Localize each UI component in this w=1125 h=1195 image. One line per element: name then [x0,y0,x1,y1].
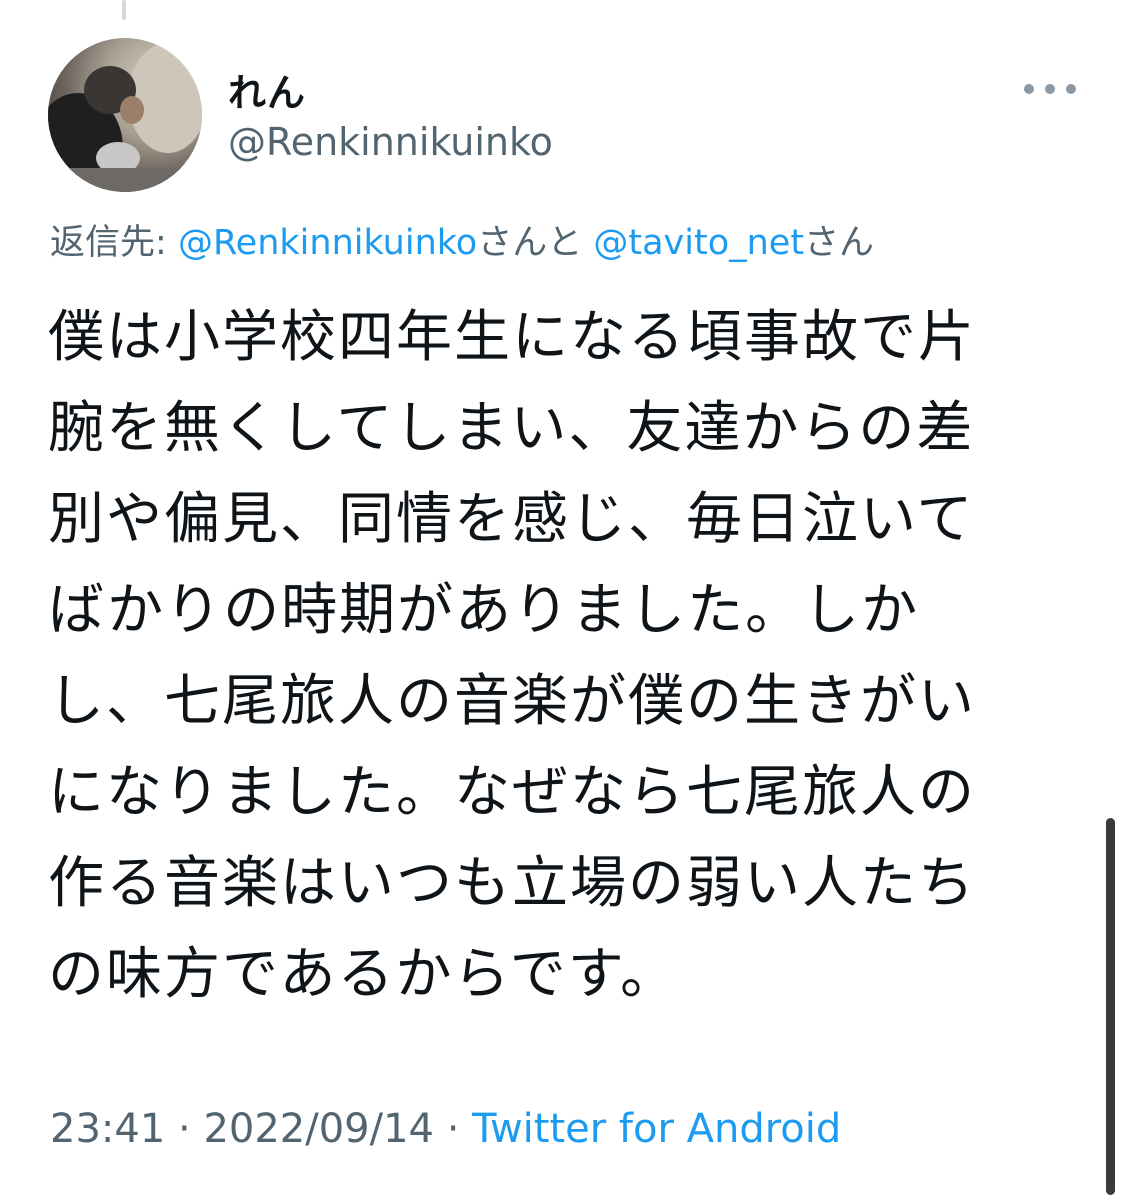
tweet-metadata: 23:41 · 2022/09/14 · Twitter for Android [50,1106,841,1152]
tweet-date[interactable]: 2022/09/14 [203,1106,434,1152]
reply-label: 返信先: [50,223,167,263]
display-name[interactable]: れん [228,62,306,117]
tweet-text-line: ばかりの時期がありました。しか [48,578,920,643]
reply-mention-renkinnikuinko[interactable]: @Renkinnikuinko [178,223,477,263]
more-dot [1024,84,1034,94]
more-dot [1066,84,1076,94]
reply-suffix: さん [804,223,875,263]
tweet-text-line: 腕を無くしてしまい、友達からの差 [48,396,975,461]
more-dot [1045,84,1055,94]
tweet-source-link[interactable]: Twitter for Android [472,1106,841,1152]
more-horizontal-icon[interactable] [1024,74,1076,104]
tweet-text-line: の味方であるからです。 [48,942,679,1007]
user-handle[interactable]: @Renkinnikuinko [228,120,553,164]
avatar-image [48,43,202,192]
tweet-text-line: 僕は小学校四年生になる頃事故で片 [48,305,976,370]
tweet-text: 僕は小学校四年生になる頃事故で片 腕を無くしてしまい、友達からの差 別や偏見、同… [48,292,1048,1020]
reply-joiner: さんと [477,223,583,263]
tweet-time[interactable]: 23:41 [50,1106,165,1152]
meta-separator: · [446,1106,460,1152]
meta-separator: · [178,1106,191,1152]
reply-mention-tavito-net[interactable]: @tavito_net [593,223,804,263]
tweet-text-line: 作る音楽はいつも立場の弱い人たち [48,851,976,916]
avatar[interactable] [48,38,202,192]
reply-context: 返信先: @Renkinnikuinkoさんと @tavito_netさん [50,214,874,265]
tweet-text-line: し、七尾旅人の音楽が僕の生きがい [48,669,976,734]
scrollbar-thumb[interactable] [1106,818,1115,1195]
thread-connector-line [122,0,126,20]
tweet-text-line: 別や偏見、同情を感じ、毎日泣いて [48,487,975,552]
tweet-text-line: になりました。なぜなら七尾旅人の [48,760,976,825]
